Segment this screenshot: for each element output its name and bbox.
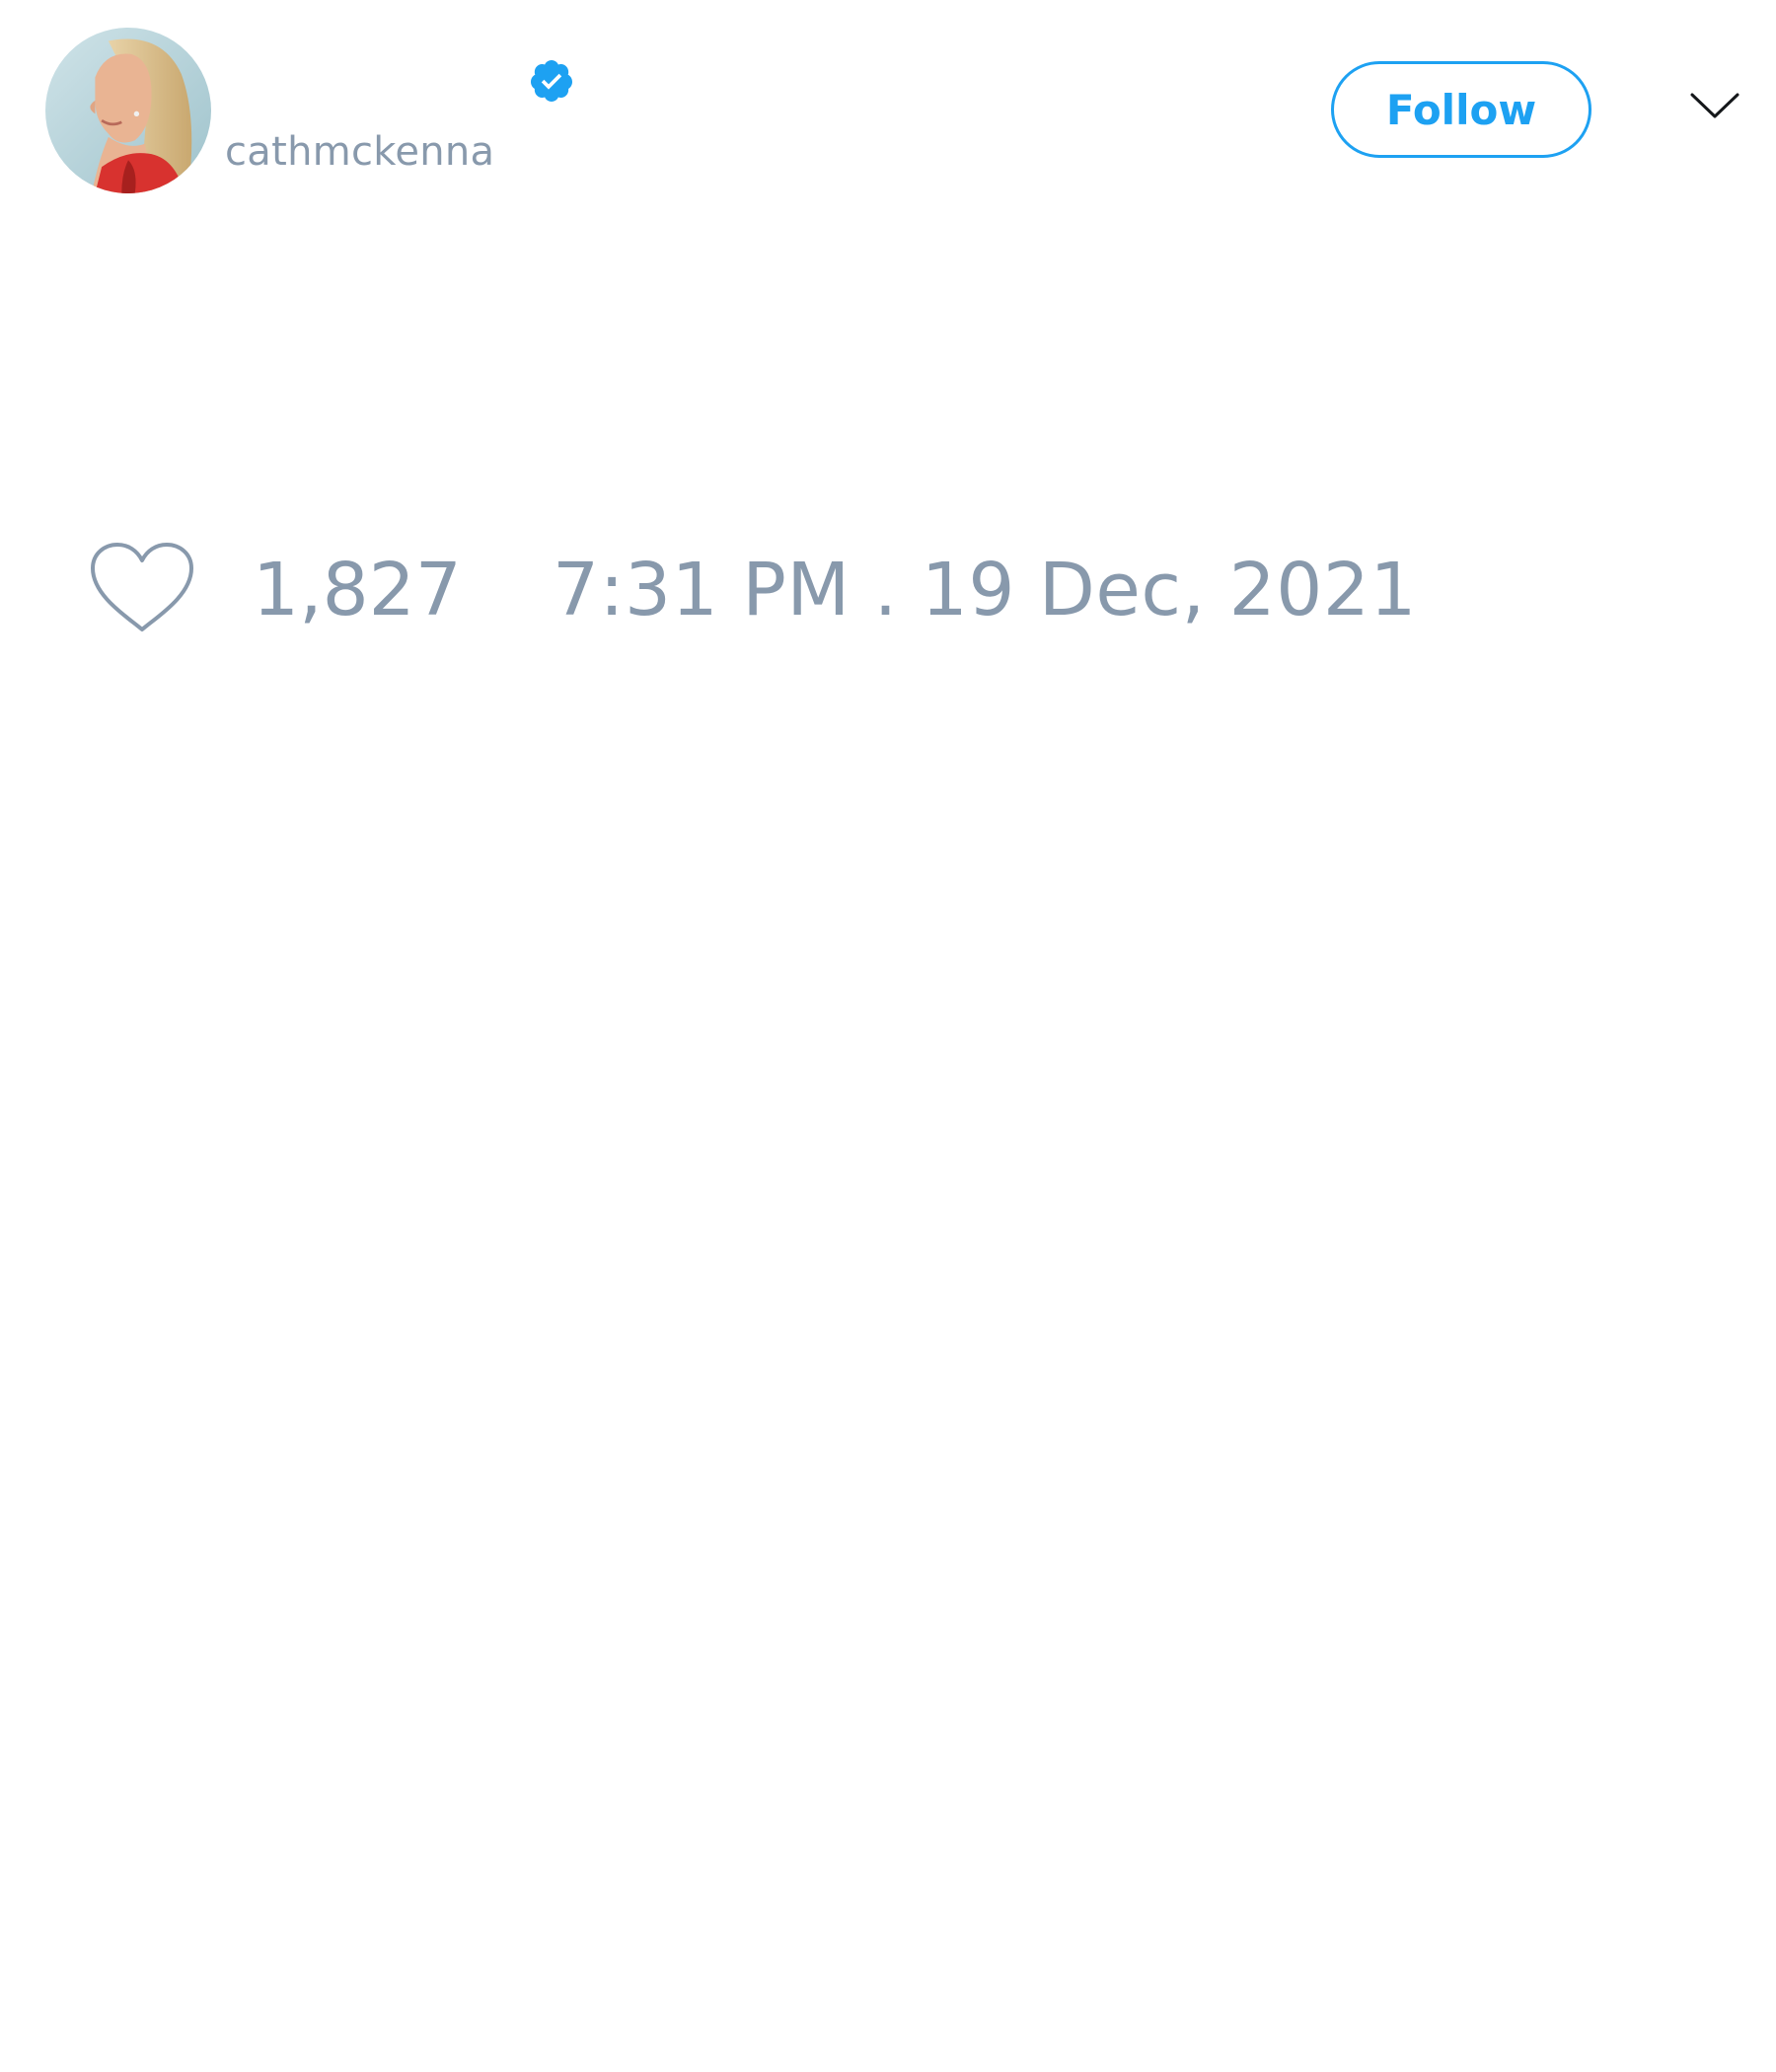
heart-outline-icon[interactable] xyxy=(89,541,195,635)
verified-badge-icon xyxy=(528,57,575,105)
chevron-down-icon[interactable] xyxy=(1689,87,1740,126)
tweet-card: cathmckenna Follow 1,827 7:31 PM . 19 De… xyxy=(0,0,1776,2072)
follow-button[interactable]: Follow xyxy=(1331,61,1591,158)
like-count[interactable]: 1,827 xyxy=(253,548,462,632)
avatar-photo xyxy=(45,28,211,193)
avatar[interactable] xyxy=(45,28,211,193)
author-handle[interactable]: cathmckenna xyxy=(225,126,494,178)
tweet-timestamp[interactable]: 7:31 PM . 19 Dec, 2021 xyxy=(553,548,1417,632)
